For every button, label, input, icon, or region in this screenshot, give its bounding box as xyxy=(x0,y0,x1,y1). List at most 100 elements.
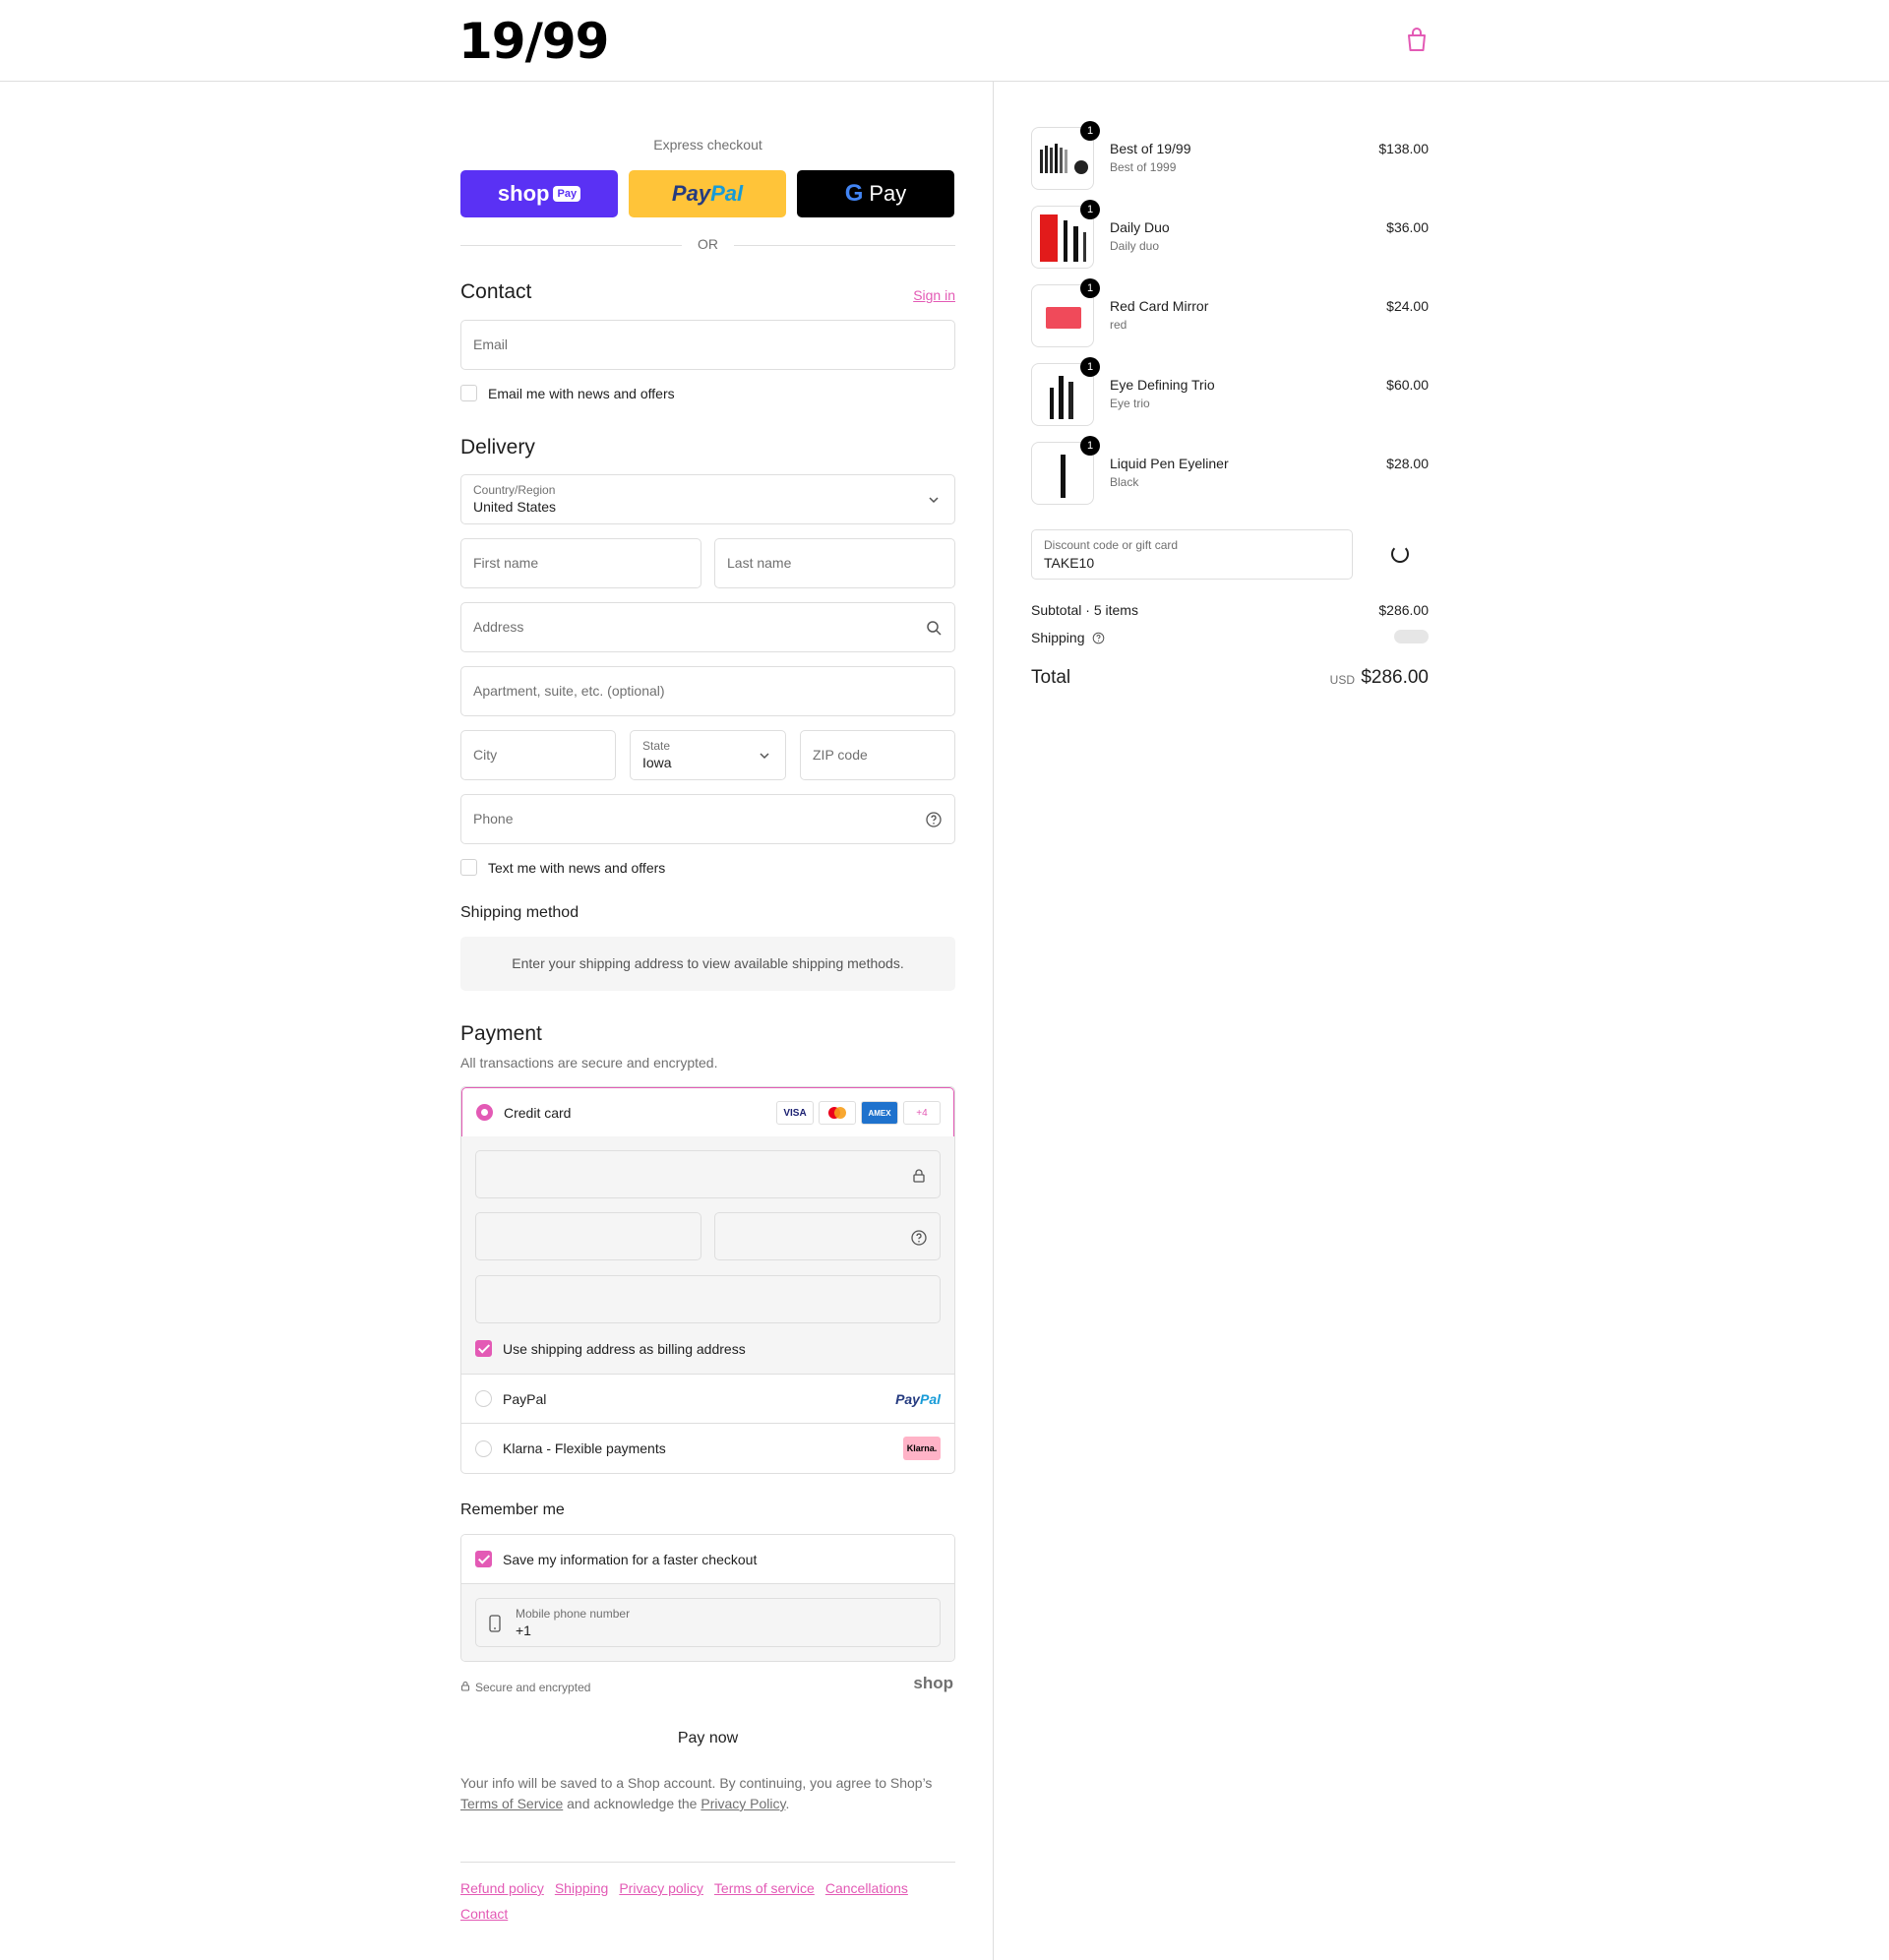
address-field[interactable]: Address xyxy=(460,602,955,652)
paypal-logo: PayPal xyxy=(895,1391,941,1407)
phone-field[interactable]: Phone xyxy=(460,794,955,844)
state-value: Iowa xyxy=(642,755,672,770)
apartment-field[interactable]: Apartment, suite, etc. (optional) xyxy=(460,666,955,716)
save-info-checkbox[interactable] xyxy=(475,1551,492,1567)
first-name-field[interactable]: First name xyxy=(460,538,701,588)
payment-title: Payment xyxy=(460,1022,542,1045)
cart-icon[interactable] xyxy=(1403,26,1431,55)
brand-logo[interactable]: 19/99 xyxy=(458,14,609,69)
sms-news-row[interactable]: Text me with news and offers xyxy=(460,859,665,876)
expiry-field[interactable] xyxy=(475,1212,701,1260)
legal-text-2: and acknowledge the xyxy=(563,1796,701,1811)
paypal-express-button[interactable]: Pay Pal xyxy=(629,170,786,217)
shipping-method-title: Shipping method xyxy=(460,904,579,921)
item-price: $28.00 xyxy=(1386,456,1429,471)
footer-link-cancellations[interactable]: Cancellations xyxy=(825,1880,908,1896)
item-name: Best of 19/99 xyxy=(1110,141,1191,156)
phone-placeholder: Phone xyxy=(473,811,514,827)
pay-now-button[interactable]: Pay now xyxy=(460,1719,955,1758)
paypal-radio[interactable] xyxy=(475,1390,492,1407)
email-field[interactable]: Email xyxy=(460,320,955,370)
klarna-option[interactable]: Klarna - Flexible payments Klarna. xyxy=(461,1424,954,1473)
payment-description: All transactions are secure and encrypte… xyxy=(460,1055,718,1071)
delivery-title: Delivery xyxy=(460,436,535,459)
sign-in-link[interactable]: Sign in xyxy=(913,287,955,303)
paypal-logo-b: Pal xyxy=(919,1390,941,1407)
country-label: Country/Region xyxy=(473,483,556,497)
credit-card-label: Credit card xyxy=(504,1104,572,1121)
header: 19/99 xyxy=(0,0,1889,82)
secure-text: Secure and encrypted xyxy=(475,1681,591,1694)
address-placeholder: Address xyxy=(473,619,524,635)
shop-pay-word: shop xyxy=(497,181,550,206)
first-name-placeholder: First name xyxy=(473,555,539,571)
item-price: $60.00 xyxy=(1386,377,1429,393)
help-icon[interactable] xyxy=(925,811,943,828)
chevron-down-icon xyxy=(756,747,773,765)
country-select[interactable]: Country/Region United States xyxy=(460,474,955,524)
email-news-label: Email me with news and offers xyxy=(488,385,675,401)
card-number-field[interactable] xyxy=(475,1150,941,1198)
mobile-phone-field[interactable]: Mobile phone number +1 xyxy=(475,1598,941,1647)
or-text: OR xyxy=(698,236,718,252)
klarna-radio[interactable] xyxy=(475,1439,492,1457)
paypal-word-b: Pal xyxy=(710,181,744,206)
search-icon xyxy=(925,619,943,637)
privacy-policy-link[interactable]: Privacy Policy xyxy=(701,1796,785,1811)
card-details-area: Use shipping address as billing address xyxy=(461,1136,954,1375)
shop-pay-pill: Pay xyxy=(553,186,581,202)
legal-text: Your info will be saved to a Shop accoun… xyxy=(460,1773,955,1814)
loading-spinner-icon xyxy=(1391,545,1409,563)
zip-field[interactable]: ZIP code xyxy=(800,730,955,780)
email-news-row[interactable]: Email me with news and offers xyxy=(460,385,675,401)
credit-card-radio[interactable] xyxy=(476,1104,493,1121)
state-select[interactable]: State Iowa xyxy=(630,730,786,780)
shipping-method-info: Enter your shipping address to view avai… xyxy=(460,937,955,991)
quantity-badge: 1 xyxy=(1080,278,1100,298)
footer-divider xyxy=(460,1862,955,1863)
total-label: Total xyxy=(1031,667,1071,688)
city-field[interactable]: City xyxy=(460,730,616,780)
remember-me-box: Save my information for a faster checkou… xyxy=(460,1534,955,1662)
billing-same-row[interactable]: Use shipping address as billing address xyxy=(475,1340,746,1357)
payment-options: Credit card VISA AMEX +4 Use shipping ad… xyxy=(460,1086,955,1474)
subtotal-label: Subtotal · 5 items xyxy=(1031,602,1138,618)
google-icon: G xyxy=(844,180,864,207)
help-icon[interactable] xyxy=(1092,632,1105,647)
item-variant: Black xyxy=(1110,475,1139,489)
terms-of-service-link[interactable]: Terms of Service xyxy=(460,1796,563,1811)
save-info-row[interactable]: Save my information for a faster checkou… xyxy=(461,1535,954,1584)
footer-link-refund[interactable]: Refund policy xyxy=(460,1880,544,1896)
footer-link-terms[interactable]: Terms of service xyxy=(714,1880,815,1896)
footer-link-contact[interactable]: Contact xyxy=(460,1906,508,1922)
paypal-option[interactable]: PayPal PayPal xyxy=(461,1375,954,1424)
paypal-label: PayPal xyxy=(503,1390,547,1407)
save-info-label: Save my information for a faster checkou… xyxy=(503,1551,758,1567)
lock-icon xyxy=(460,1681,470,1694)
shipping-row: Shipping xyxy=(1031,630,1429,647)
footer-link-shipping[interactable]: Shipping xyxy=(555,1880,609,1896)
security-code-field[interactable] xyxy=(714,1212,941,1260)
google-pay-button[interactable]: G Pay xyxy=(797,170,954,217)
email-placeholder: Email xyxy=(473,337,509,352)
klarna-label: Klarna - Flexible payments xyxy=(503,1440,666,1456)
name-on-card-field[interactable] xyxy=(475,1275,941,1323)
billing-same-checkbox[interactable] xyxy=(475,1340,492,1357)
subtotal-row: Subtotal · 5 items $286.00 xyxy=(1031,602,1429,618)
shop-pay-button[interactable]: shop Pay xyxy=(460,170,618,217)
mobile-phone-icon xyxy=(488,1614,502,1638)
discount-label: Discount code or gift card xyxy=(1044,538,1179,552)
email-news-checkbox[interactable] xyxy=(460,385,477,401)
item-name: Red Card Mirror xyxy=(1110,298,1209,314)
last-name-field[interactable]: Last name xyxy=(714,538,955,588)
legal-text-3: . xyxy=(785,1796,790,1811)
credit-card-option[interactable]: Credit card VISA AMEX +4 xyxy=(461,1087,954,1137)
footer-link-privacy[interactable]: Privacy policy xyxy=(619,1880,703,1896)
quantity-badge: 1 xyxy=(1080,121,1100,141)
gpay-word: Pay xyxy=(869,181,907,206)
item-variant: red xyxy=(1110,318,1127,332)
help-icon[interactable] xyxy=(910,1229,928,1247)
sms-news-checkbox[interactable] xyxy=(460,859,477,876)
discount-code-field[interactable]: Discount code or gift card TAKE10 xyxy=(1031,529,1353,580)
secure-note: Secure and encrypted xyxy=(460,1681,590,1694)
